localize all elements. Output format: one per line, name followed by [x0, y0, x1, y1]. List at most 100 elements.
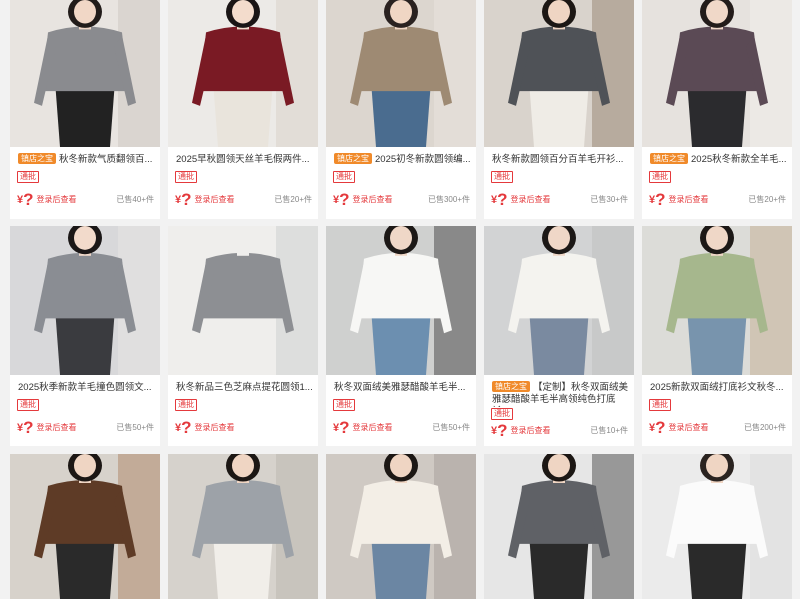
wholesale-tag: 通批	[17, 399, 39, 411]
price-row: ¥? 登录后查看 已售200+件	[649, 418, 786, 437]
price-row: ¥? 登录后查看 已售40+件	[17, 190, 154, 209]
product-card[interactable]: 镇店之宝 秋冬新款气质翻领百... 通批 ¥? 登录后查看 已售40+件	[10, 0, 160, 219]
wholesale-tag: 通批	[333, 399, 355, 411]
sold-count: 已售20+件	[748, 195, 786, 204]
login-to-view-link[interactable]: 登录后查看	[669, 195, 709, 204]
wholesale-tag: 通批	[649, 171, 671, 183]
product-card[interactable]: 秋冬新品三色芝麻点提花圆领1... 通批 ¥? 登录后查看	[168, 226, 318, 446]
sold-count: 已售50+件	[116, 423, 154, 432]
product-title[interactable]: 2025新款双面绒打底衫文秋冬...	[650, 381, 786, 395]
product-info: 镇店之宝 秋冬新款气质翻领百... 通批 ¥? 登录后查看 已售40+件	[10, 147, 160, 219]
product-card[interactable]: 镇店之宝 2025初冬新款圆领编... 通批 ¥? 登录后查看 已售300+件	[326, 0, 476, 219]
login-to-view-link[interactable]: 登录后查看	[195, 195, 235, 204]
product-image[interactable]	[10, 226, 160, 375]
shop-treasure-badge: 镇店之宝	[492, 381, 530, 392]
sold-count: 已售10+件	[590, 426, 628, 435]
product-info: 秋冬双面绒美雅瑟醋酸羊毛半... 通批 ¥? 登录后查看 已售50+件	[326, 375, 476, 446]
sold-count: 已售300+件	[427, 195, 470, 204]
price-hidden: ?	[497, 190, 508, 209]
product-title-text: 2025新款双面绒打底衫文秋冬...	[650, 382, 784, 393]
product-title[interactable]: 秋冬双面绒美雅瑟醋酸羊毛半...	[334, 381, 470, 395]
price-hidden: ?	[655, 418, 666, 437]
price-row: ¥? 登录后查看 已售50+件	[333, 418, 470, 437]
shop-treasure-badge: 镇店之宝	[334, 153, 372, 164]
product-card[interactable]	[10, 454, 160, 599]
price-hidden: ?	[181, 418, 192, 437]
price-hidden: ?	[23, 418, 34, 437]
product-image[interactable]	[10, 454, 160, 599]
product-title[interactable]: 2025早秋圆领天丝羊毛假两件...	[176, 153, 312, 167]
price-row: ¥? 登录后查看 已售300+件	[333, 190, 470, 209]
product-title[interactable]: 秋冬新款圆领百分百羊毛开衫...	[492, 153, 628, 167]
price-row: ¥? 登录后查看 已售20+件	[649, 190, 786, 209]
product-image[interactable]	[10, 0, 160, 147]
wholesale-tag: 通批	[17, 171, 39, 183]
product-card[interactable]	[642, 454, 792, 599]
price-row: ¥? 登录后查看 已售10+件	[491, 421, 628, 440]
sold-count: 已售200+件	[743, 423, 786, 432]
wholesale-tag: 通批	[175, 399, 197, 411]
product-info: 镇店之宝 2025初冬新款圆领编... 通批 ¥? 登录后查看 已售300+件	[326, 147, 476, 219]
product-title-text: 秋冬新款气质翻领百...	[59, 154, 153, 165]
product-image[interactable]	[168, 226, 318, 375]
login-to-view-link[interactable]: 登录后查看	[511, 426, 551, 435]
price-row: ¥? 登录后查看	[175, 418, 312, 437]
product-title[interactable]: 镇店之宝 2025秋冬新款全羊毛...	[650, 153, 786, 167]
product-image[interactable]	[168, 0, 318, 147]
product-image[interactable]	[642, 454, 792, 599]
product-card[interactable]: 秋冬新款圆领百分百羊毛开衫... 通批 ¥? 登录后查看 已售30+件	[484, 0, 634, 219]
shop-treasure-badge: 镇店之宝	[650, 153, 688, 164]
wholesale-tag: 通批	[649, 399, 671, 411]
product-title[interactable]: 镇店之宝 秋冬新款气质翻领百...	[18, 153, 154, 167]
product-card[interactable]: 2025秋季新款羊毛撞色圆领文... 通批 ¥? 登录后查看 已售50+件	[10, 226, 160, 446]
product-title[interactable]: 镇店之宝【定制】秋冬双面绒美雅瑟醋酸羊毛半高领纯色打底衫...	[492, 381, 628, 407]
product-image[interactable]	[484, 226, 634, 375]
product-card[interactable]: 2025早秋圆领天丝羊毛假两件... 通批 ¥? 登录后查看 已售20+件	[168, 0, 318, 219]
product-title-text: 2025秋季新款羊毛撞色圆领文...	[18, 382, 152, 393]
product-card[interactable]	[326, 454, 476, 599]
product-title-text: 2025早秋圆领天丝羊毛假两件...	[176, 154, 310, 165]
product-card[interactable]: 2025新款双面绒打底衫文秋冬... 通批 ¥? 登录后查看 已售200+件	[642, 226, 792, 446]
login-to-view-link[interactable]: 登录后查看	[37, 195, 77, 204]
product-card[interactable]	[168, 454, 318, 599]
product-card[interactable]: 镇店之宝【定制】秋冬双面绒美雅瑟醋酸羊毛半高领纯色打底衫...通批¥?登录后查看…	[484, 226, 634, 446]
price-hidden: ?	[339, 418, 350, 437]
login-to-view-link[interactable]: 登录后查看	[353, 195, 393, 204]
sold-count: 已售40+件	[116, 195, 154, 204]
product-title[interactable]: 镇店之宝 2025初冬新款圆领编...	[334, 153, 470, 167]
product-info: 秋冬新款圆领百分百羊毛开衫... 通批 ¥? 登录后查看 已售30+件	[484, 147, 634, 219]
product-image[interactable]	[642, 226, 792, 375]
price-hidden: ?	[339, 190, 350, 209]
product-info: 2025新款双面绒打底衫文秋冬... 通批 ¥? 登录后查看 已售200+件	[642, 375, 792, 446]
login-to-view-link[interactable]: 登录后查看	[37, 423, 77, 432]
product-image[interactable]	[326, 0, 476, 147]
shop-treasure-badge: 镇店之宝	[18, 153, 56, 164]
product-title-text: 秋冬新款圆领百分百羊毛开衫...	[492, 154, 624, 165]
product-card[interactable]	[484, 454, 634, 599]
product-image[interactable]	[326, 226, 476, 375]
price-row: ¥? 登录后查看 已售30+件	[491, 190, 628, 209]
product-image[interactable]	[168, 454, 318, 599]
sold-count: 已售20+件	[274, 195, 312, 204]
product-grid: 镇店之宝 秋冬新款气质翻领百... 通批 ¥? 登录后查看 已售40+件 2025早秋圆领…	[0, 0, 800, 599]
product-image[interactable]	[642, 0, 792, 147]
login-to-view-link[interactable]: 登录后查看	[195, 423, 235, 432]
login-to-view-link[interactable]: 登录后查看	[511, 195, 551, 204]
price-hidden: ?	[655, 190, 666, 209]
product-card[interactable]: 镇店之宝 2025秋冬新款全羊毛... 通批 ¥? 登录后查看 已售20+件	[642, 0, 792, 219]
product-title[interactable]: 秋冬新品三色芝麻点提花圆领1...	[176, 381, 312, 395]
wholesale-tag: 通批	[491, 408, 513, 420]
product-title-text: 2025初冬新款圆领编...	[375, 154, 470, 165]
sold-count: 已售50+件	[432, 423, 470, 432]
product-image[interactable]	[326, 454, 476, 599]
product-image[interactable]	[484, 0, 634, 147]
product-image[interactable]	[484, 454, 634, 599]
product-title-text: 2025秋冬新款全羊毛...	[691, 154, 786, 165]
wholesale-tag: 通批	[175, 171, 197, 183]
product-title[interactable]: 2025秋季新款羊毛撞色圆领文...	[18, 381, 154, 395]
product-info: 2025秋季新款羊毛撞色圆领文... 通批 ¥? 登录后查看 已售50+件	[10, 375, 160, 446]
login-to-view-link[interactable]: 登录后查看	[669, 423, 709, 432]
login-to-view-link[interactable]: 登录后查看	[353, 423, 393, 432]
product-card[interactable]: 秋冬双面绒美雅瑟醋酸羊毛半... 通批 ¥? 登录后查看 已售50+件	[326, 226, 476, 446]
sold-count: 已售30+件	[590, 195, 628, 204]
